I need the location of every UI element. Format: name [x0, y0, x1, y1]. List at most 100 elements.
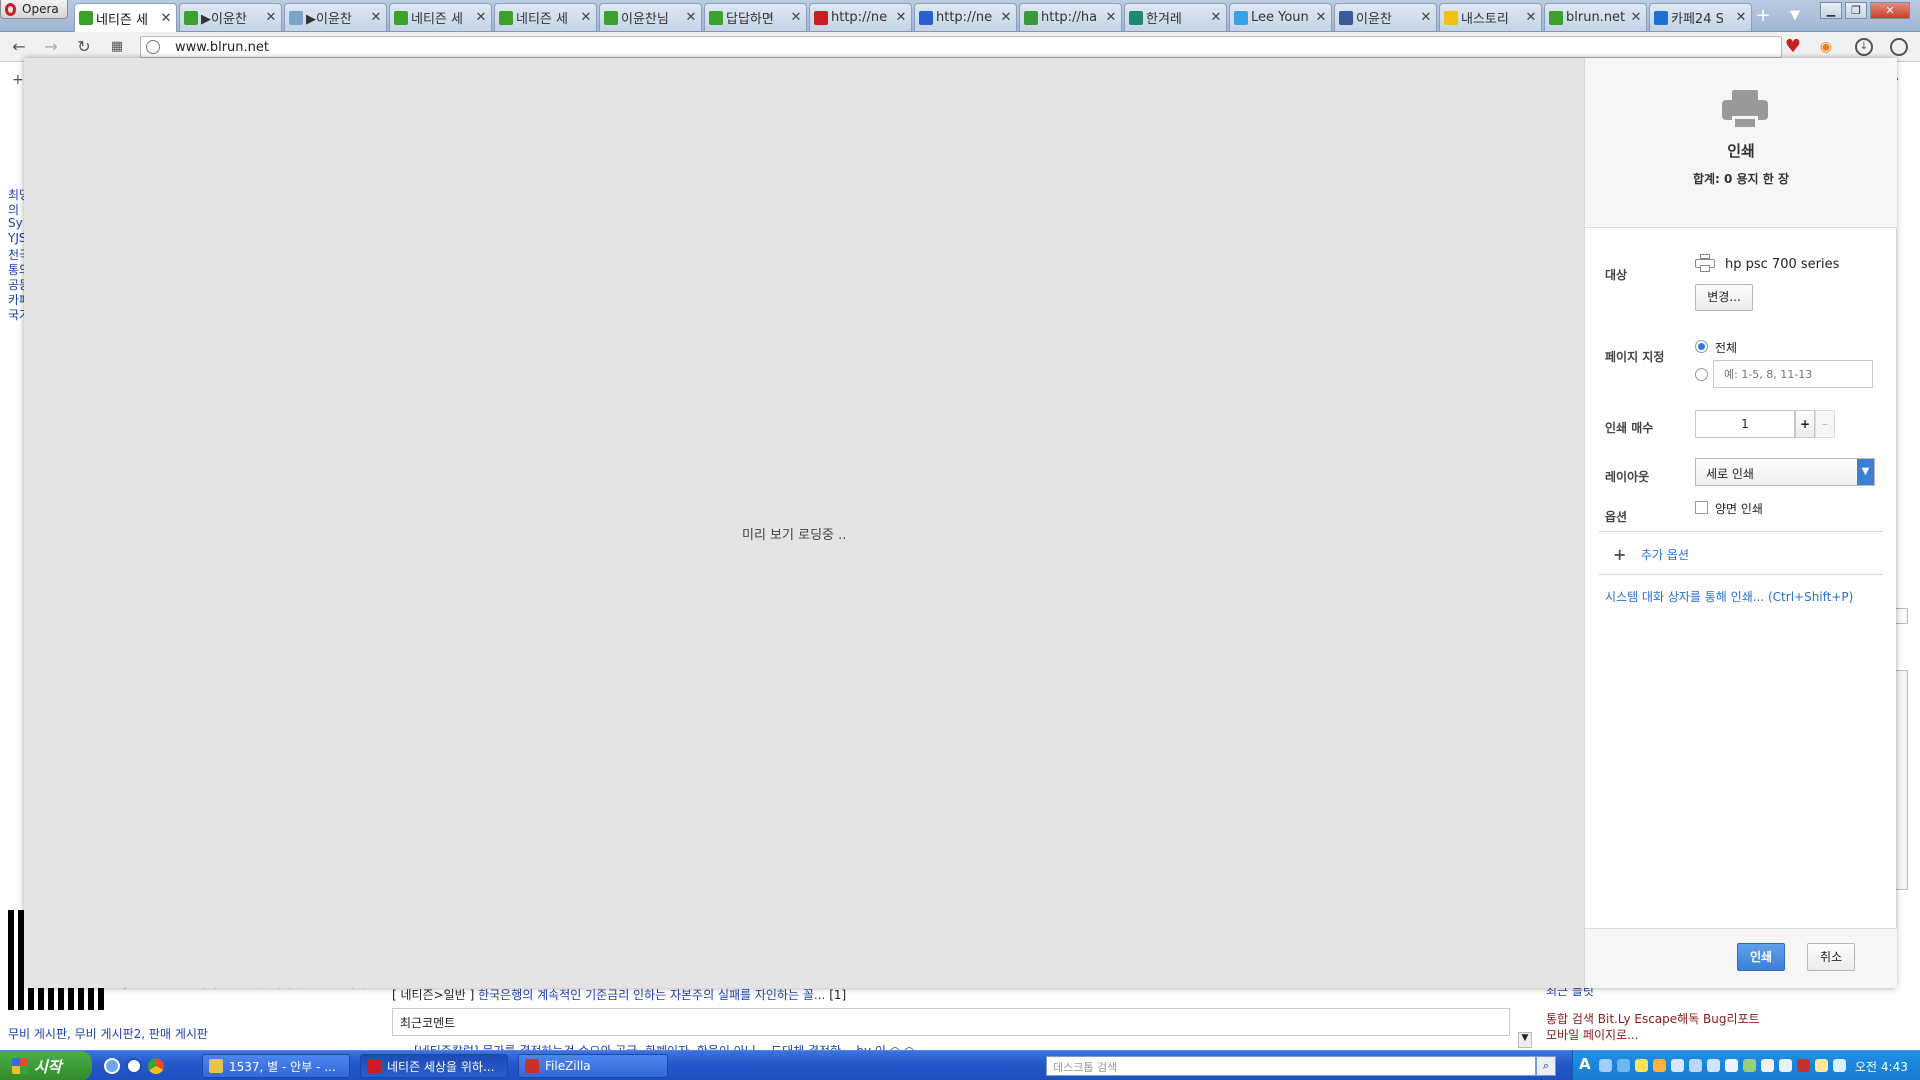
taskbar-button[interactable]: FileZilla	[518, 1054, 668, 1078]
taskbar-button[interactable]: 네티즌 세상을 위하...	[360, 1054, 508, 1078]
quicklaunch-ie-icon[interactable]	[104, 1058, 120, 1074]
tray-icon[interactable]	[1779, 1059, 1792, 1072]
start-button[interactable]: 시작	[0, 1051, 92, 1080]
close-tab-icon[interactable]: ✕	[1210, 10, 1222, 25]
right-link[interactable]: 통합 검색 Bit.Ly Escape해독 Bug리포트	[1546, 1010, 1760, 1027]
tray-icon[interactable]	[1689, 1059, 1702, 1072]
board-links[interactable]: 무비 게시판, 무비 게시판2, 판매 게시판	[8, 1025, 208, 1042]
plus-icon[interactable]: +	[1613, 545, 1626, 564]
maximize-button[interactable]: ❐	[1845, 2, 1867, 19]
browser-tab[interactable]: ▶이윤찬 ✕	[284, 3, 387, 31]
browser-tab[interactable]: 답답하면 ✕	[704, 3, 807, 31]
reload-button[interactable]: ↻	[73, 36, 95, 58]
windows-logo-icon	[12, 1058, 28, 1074]
quicklaunch-chrome-icon[interactable]	[148, 1058, 164, 1074]
tab-menu-icon[interactable]: ▼	[1784, 6, 1806, 26]
duplex-label[interactable]: 양면 인쇄	[1715, 500, 1763, 517]
pages-custom-radio[interactable]	[1695, 368, 1708, 381]
minimize-button[interactable]: ▁	[1820, 2, 1842, 19]
close-tab-icon[interactable]: ✕	[1525, 10, 1537, 25]
right-link[interactable]: 모바일 페이지로...	[1546, 1026, 1639, 1043]
more-options-link[interactable]: 추가 옵션	[1641, 546, 1689, 563]
stash-heart-icon[interactable]: ♥	[1781, 36, 1805, 58]
address-bar[interactable]: www.blrun.net	[140, 36, 1782, 58]
browser-tab[interactable]: Lee Youn ✕	[1229, 3, 1332, 31]
pages-range-input[interactable]	[1713, 360, 1873, 388]
layout-select[interactable]: 세로 인쇄	[1695, 458, 1875, 486]
pages-all-label[interactable]: 전체	[1715, 339, 1737, 356]
browser-tab[interactable]: 네티즌 세 ✕	[494, 3, 597, 31]
plus-icon[interactable]: +	[12, 72, 24, 88]
close-tab-icon[interactable]: ✕	[1735, 10, 1747, 25]
browser-tab[interactable]: 네티즌 세 ✕	[389, 3, 492, 31]
browser-tab[interactable]: 네티즌 세 ✕	[74, 3, 177, 32]
close-tab-icon[interactable]: ✕	[685, 10, 697, 25]
tray-icon[interactable]	[1653, 1059, 1666, 1072]
post-comment-count: [1]	[829, 988, 847, 1002]
change-destination-button[interactable]: 변경...	[1695, 284, 1753, 311]
close-tab-icon[interactable]: ✕	[265, 10, 277, 25]
ime-indicator[interactable]: A	[1579, 1055, 1591, 1073]
tray-icon[interactable]	[1671, 1059, 1684, 1072]
browser-tab[interactable]: http://ne ✕	[809, 3, 912, 31]
browser-tab[interactable]: ▶이윤찬 ✕	[179, 3, 282, 31]
close-tab-icon[interactable]: ✕	[580, 10, 592, 25]
close-tab-icon[interactable]: ✕	[1105, 10, 1117, 25]
chat-icon[interactable]	[1635, 1059, 1648, 1072]
tray-icon[interactable]	[1761, 1059, 1774, 1072]
back-button[interactable]: ←	[8, 36, 30, 58]
left-link[interactable]: Sy	[8, 216, 23, 230]
close-tab-icon[interactable]: ✕	[1000, 10, 1012, 25]
scrollbar-thumb[interactable]	[1894, 608, 1908, 624]
opera-menu-button[interactable]: Opera	[0, 0, 68, 19]
close-tab-icon[interactable]: ✕	[1630, 10, 1642, 25]
forward-button[interactable]: →	[40, 36, 62, 58]
copies-input[interactable]: 1	[1695, 410, 1795, 438]
tray-icon[interactable]	[1617, 1059, 1630, 1072]
speed-dial-icon[interactable]: ▦	[106, 36, 128, 58]
close-tab-icon[interactable]: ✕	[160, 11, 172, 26]
rss-icon[interactable]: ◉	[1818, 39, 1834, 55]
app-icon	[367, 1059, 381, 1073]
close-tab-icon[interactable]: ✕	[790, 10, 802, 25]
taskbar-button[interactable]: 1537, 별 - 안부 - ...	[202, 1054, 350, 1078]
close-tab-icon[interactable]: ✕	[475, 10, 487, 25]
tray-icon[interactable]	[1743, 1059, 1756, 1072]
system-dialog-link[interactable]: 시스템 대화 상자를 통해 인쇄... (Ctrl+Shift+P)	[1605, 588, 1853, 605]
browser-tab[interactable]: 내스토리 ✕	[1439, 3, 1542, 31]
post-title-link[interactable]: 한국은행의 계속적인 기준금리 인하는 자본주의 실패를 자인하는 꼴...	[478, 988, 825, 1002]
browser-tab[interactable]: blrun.net ✕	[1544, 3, 1647, 31]
cancel-button[interactable]: 취소	[1807, 943, 1855, 971]
pages-all-radio[interactable]	[1695, 340, 1708, 353]
download-icon[interactable]: ↓	[1855, 38, 1873, 56]
browser-tab[interactable]: 카페24 S ✕	[1649, 3, 1752, 31]
browser-tab[interactable]: http://ha ✕	[1019, 3, 1122, 31]
browser-tab[interactable]: 이윤찬님 ✕	[599, 3, 702, 31]
close-tab-icon[interactable]: ✕	[895, 10, 907, 25]
print-button[interactable]: 인쇄	[1737, 943, 1785, 971]
close-window-button[interactable]: ✕	[1870, 2, 1910, 19]
tray-icon[interactable]	[1599, 1059, 1612, 1072]
browser-tab[interactable]: 이윤찬 ✕	[1334, 3, 1437, 31]
new-tab-button[interactable]: +	[1752, 6, 1774, 26]
account-icon[interactable]	[1890, 38, 1908, 56]
close-tab-icon[interactable]: ✕	[370, 10, 382, 25]
scrollbar[interactable]	[1894, 670, 1908, 890]
browser-tab[interactable]: 한겨레 ✕	[1124, 3, 1227, 31]
duplex-checkbox[interactable]	[1695, 501, 1708, 514]
copies-decrement-button[interactable]: –	[1815, 410, 1835, 438]
chevron-down-icon[interactable]: ▼	[1857, 459, 1874, 485]
tray-icon[interactable]	[1725, 1059, 1738, 1072]
volume-icon[interactable]	[1833, 1059, 1846, 1072]
tray-icon[interactable]	[1815, 1059, 1828, 1072]
close-tab-icon[interactable]: ✕	[1420, 10, 1432, 25]
desktop-search-input[interactable]: 데스크톱 검색	[1046, 1056, 1536, 1076]
quicklaunch-skype-icon[interactable]	[126, 1058, 142, 1074]
tray-icon[interactable]	[1707, 1059, 1720, 1072]
tray-icon[interactable]	[1797, 1059, 1810, 1072]
close-tab-icon[interactable]: ✕	[1315, 10, 1327, 25]
browser-tab[interactable]: http://ne ✕	[914, 3, 1017, 31]
scroll-down-icon[interactable]: ▼	[1518, 1032, 1532, 1048]
copies-increment-button[interactable]: +	[1795, 410, 1815, 438]
search-icon[interactable]: ⌕	[1536, 1056, 1556, 1076]
